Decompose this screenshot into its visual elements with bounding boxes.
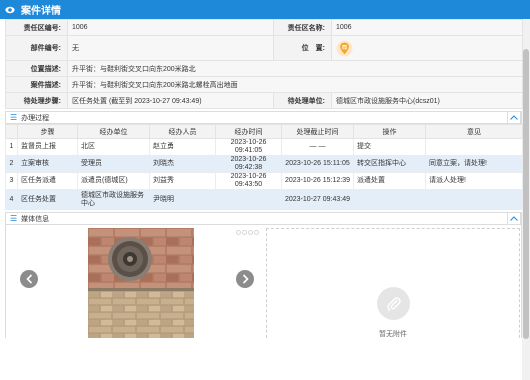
pending-unit-value: 德城区市政设施服务中心(dcsz01) (331, 92, 523, 109)
zone-name-label: 责任区名称: (273, 19, 332, 36)
row-deadline: 2023-10-27 09:43:49 (281, 189, 354, 210)
menu-icon: ☰ (10, 213, 18, 223)
row-unit: 德城区市政设施服务中心 (77, 189, 150, 210)
process-panel-title: 办理过程 (21, 114, 50, 122)
row-time: 2023-10-26 09:41:05 (215, 138, 282, 156)
scrollbar[interactable] (522, 19, 530, 380)
row-unit: 派遣员(德城区) (77, 172, 150, 190)
table-row[interactable]: 3 区任务派遣 派遣员(德城区) 刘益秀 2023-10-26 09:43:50… (5, 172, 523, 190)
row-person: 刘益秀 (149, 172, 216, 190)
location-desc-value: 升平街：与鞋利街交叉口向东200米路北 (67, 60, 523, 77)
table-row[interactable]: 4 区任务处置 德城区市政设施服务中心 尹晓明 2023-10-27 09:43… (5, 189, 523, 210)
col-header-unit: 经办单位 (77, 124, 150, 139)
media-collapse-button[interactable] (507, 212, 521, 225)
pending-step-label: 待处理步骤: (5, 92, 68, 109)
table-row[interactable]: 1 监督员上报 北区 赵立勇 2023-10-26 09:41:05 — — 提… (5, 138, 523, 156)
row-unit: 北区 (77, 138, 150, 156)
part-number-value: 无 (67, 35, 274, 61)
zone-name-value: 1006 (331, 19, 523, 36)
process-collapse-button[interactable] (507, 111, 521, 124)
col-header-operation: 操作 (353, 124, 426, 139)
row-index: 3 (5, 172, 18, 190)
row-person: 刘晓杰 (149, 155, 216, 173)
zone-number-label: 责任区编号: (5, 19, 68, 36)
col-header-index (5, 124, 18, 139)
carousel-dot[interactable] (236, 230, 241, 235)
process-panel-header: ☰ 办理过程 (5, 111, 522, 124)
pending-step-value: 区任务处置 (截至到 2023-10-27 09:43:49) (67, 92, 274, 109)
chevron-right-icon (242, 274, 249, 284)
attachment-upload-area[interactable]: 暂无附件 (266, 228, 520, 338)
location-value (331, 35, 523, 61)
row-step: 区任务处置 (17, 189, 78, 210)
row-deadline: 2023-10-26 15:11:05 (281, 155, 354, 173)
row-operation: 派遣处置 (353, 172, 426, 190)
next-photo-button[interactable] (236, 270, 254, 288)
row-index: 4 (5, 189, 18, 210)
row-time: 2023-10-26 09:43:50 (215, 172, 282, 190)
window-title: 案件详情 (21, 6, 61, 17)
row-time (215, 189, 282, 210)
carousel-dot[interactable] (242, 230, 247, 235)
carousel-dot[interactable] (248, 230, 253, 235)
row-deadline: — — (281, 138, 354, 156)
col-header-deadline: 处理截止时间 (281, 124, 354, 139)
case-detail-content: 责任区编号: 1006 责任区名称: 1006 部件编号: 无 位 置: 位置描 (5, 19, 523, 338)
row-opinion: 请派人处理! (425, 172, 523, 190)
carousel-indicators (236, 230, 259, 235)
row-index: 2 (5, 155, 18, 173)
media-panel-header: ☰ 媒体信息 (5, 212, 522, 225)
row-opinion (425, 189, 523, 210)
col-header-opinion: 意见 (425, 124, 523, 139)
process-table-header: 步骤 经办单位 经办人员 经办时间 处理截止时间 操作 意见 (5, 124, 523, 139)
prev-photo-button[interactable] (20, 270, 38, 288)
case-photo[interactable] (88, 228, 194, 338)
location-label: 位 置: (273, 35, 332, 61)
carousel-dot[interactable] (254, 230, 259, 235)
case-info-table: 责任区编号: 1006 责任区名称: 1006 部件编号: 无 位 置: 位置描 (5, 19, 523, 109)
part-number-label: 部件编号: (5, 35, 68, 61)
row-unit: 受理员 (77, 155, 150, 173)
case-desc-value: 升平街：与鞋利街交叉口向东200米路北螺栓高出地面 (67, 76, 523, 93)
pending-unit-label: 待处理单位: (273, 92, 332, 109)
table-row[interactable]: 2 立案审核 受理员 刘晓杰 2023-10-26 09:42:38 2023-… (5, 155, 523, 173)
media-panel-title: 媒体信息 (21, 215, 50, 223)
media-panel: 暂无附件 (5, 225, 522, 338)
row-time: 2023-10-26 09:42:38 (215, 155, 282, 173)
location-desc-label: 位置描述: (5, 60, 68, 77)
row-operation (353, 189, 426, 210)
col-header-person: 经办人员 (149, 124, 216, 139)
col-header-time: 经办时间 (215, 124, 282, 139)
menu-icon: ☰ (10, 112, 18, 122)
location-pin-icon[interactable] (336, 40, 353, 57)
title-bar: 案件详情 (0, 0, 530, 19)
photo-carousel (10, 228, 263, 338)
paperclip-icon (377, 287, 410, 320)
chevron-up-icon (510, 115, 518, 120)
zone-number-value: 1006 (67, 19, 274, 36)
attachment-label: 暂无附件 (379, 331, 407, 338)
chevron-left-icon (25, 274, 32, 284)
row-person: 尹晓明 (149, 189, 216, 210)
row-index: 1 (5, 138, 18, 156)
scrollbar-thumb[interactable] (523, 49, 529, 339)
row-operation: 转交区指挥中心 (353, 155, 426, 173)
row-operation: 提交 (353, 138, 426, 156)
row-step: 区任务派遣 (17, 172, 78, 190)
row-opinion: 同意立案，请处理! (425, 155, 523, 173)
chevron-up-icon (510, 216, 518, 221)
row-deadline: 2023-10-26 15:12:39 (281, 172, 354, 190)
eye-icon (5, 6, 15, 13)
row-opinion (425, 138, 523, 156)
row-step: 立案审核 (17, 155, 78, 173)
row-step: 监督员上报 (17, 138, 78, 156)
row-person: 赵立勇 (149, 138, 216, 156)
col-header-step: 步骤 (17, 124, 78, 139)
process-table: 步骤 经办单位 经办人员 经办时间 处理截止时间 操作 意见 1 监督员上报 北… (5, 124, 523, 210)
case-desc-label: 案件描述: (5, 76, 68, 93)
